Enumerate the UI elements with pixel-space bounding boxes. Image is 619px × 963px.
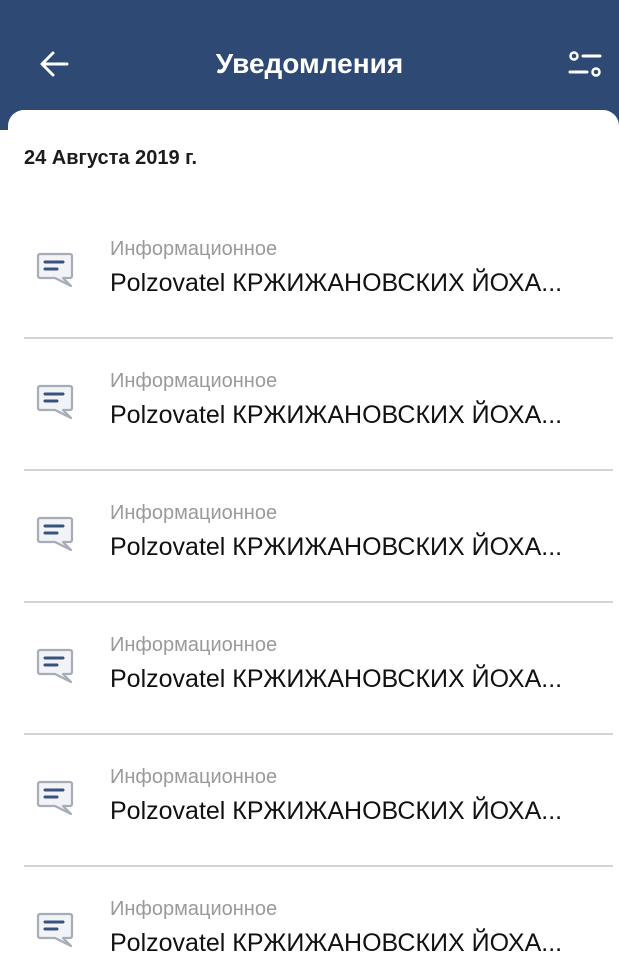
notification-text: Polzovatel КРЖИЖАНОВСКИХ ЙОХА...: [110, 797, 563, 825]
notification-type: Информационное: [110, 502, 278, 524]
notification-text: Polzovatel КРЖИЖАНОВСКИХ ЙОХА...: [110, 533, 563, 561]
list-item[interactable]: Информационное Polzovatel КРЖИЖАНОВСКИХ …: [8, 867, 619, 963]
list-item[interactable]: Информационное Polzovatel КРЖИЖАНОВСКИХ …: [8, 207, 619, 339]
notifications-screen: Уведомления 24 Августа 2019 г. Информаци…: [0, 0, 619, 963]
message-icon: [36, 384, 74, 420]
message-icon: [36, 516, 74, 552]
filter-sliders-icon: [568, 51, 602, 77]
list-item[interactable]: Информационное Polzovatel КРЖИЖАНОВСКИХ …: [8, 735, 619, 867]
back-button[interactable]: [32, 42, 76, 86]
message-icon: [36, 912, 74, 948]
notification-text: Polzovatel КРЖИЖАНОВСКИХ ЙОХА...: [110, 929, 563, 957]
list-item[interactable]: Информационное Polzovatel КРЖИЖАНОВСКИХ …: [8, 471, 619, 603]
notification-type: Информационное: [110, 634, 278, 656]
notification-text: Polzovatel КРЖИЖАНОВСКИХ ЙОХА...: [110, 401, 563, 429]
notification-text: Polzovatel КРЖИЖАНОВСКИХ ЙОХА...: [110, 269, 563, 297]
notification-text: Polzovatel КРЖИЖАНОВСКИХ ЙОХА...: [110, 665, 563, 693]
notification-type: Информационное: [110, 238, 278, 260]
page-title: Уведомления: [215, 48, 404, 79]
list-item[interactable]: Информационное Polzovatel КРЖИЖАНОВСКИХ …: [8, 339, 619, 471]
message-icon: [36, 648, 74, 684]
list-item[interactable]: Информационное Polzovatel КРЖИЖАНОВСКИХ …: [8, 603, 619, 735]
notification-list: Информационное Polzovatel КРЖИЖАНОВСКИХ …: [8, 207, 619, 963]
message-icon: [36, 252, 74, 288]
arrow-left-icon: [40, 51, 69, 77]
notification-type: Информационное: [110, 766, 278, 788]
date-group-header: 24 Августа 2019 г.: [24, 147, 198, 169]
message-icon: [36, 780, 74, 816]
filter-button[interactable]: [562, 42, 608, 86]
content-sheet: 24 Августа 2019 г. Информационное Polzov…: [8, 110, 619, 963]
notification-type: Информационное: [110, 898, 278, 920]
notification-type: Информационное: [110, 370, 278, 392]
